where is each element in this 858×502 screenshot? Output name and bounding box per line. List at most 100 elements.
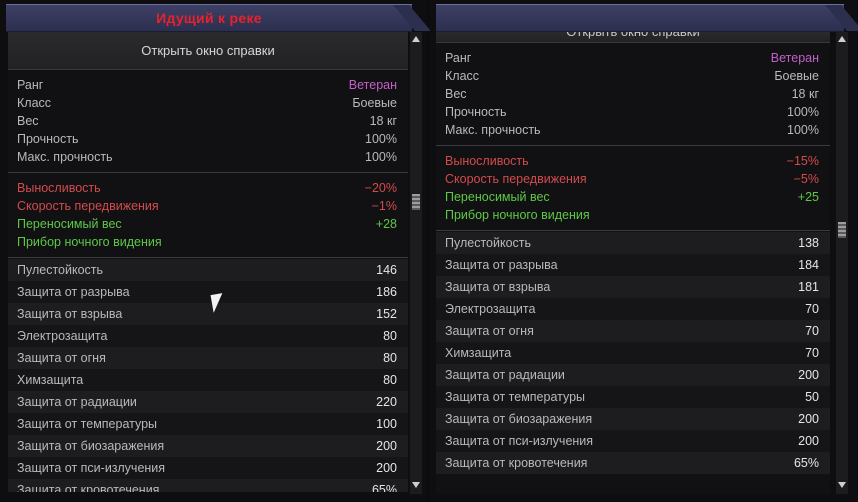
effect-row-speed: Скорость передвижения −5%	[436, 170, 830, 188]
stat-value: 100%	[365, 132, 397, 146]
protection-value: 65%	[371, 483, 397, 492]
protection-value: 70	[805, 346, 819, 360]
scroll-down-icon[interactable]	[412, 482, 420, 488]
scroll-up-icon[interactable]	[412, 36, 420, 42]
protection-list: Пулестойкость 146 Защита от разрыва 186 За…	[8, 258, 408, 492]
protection-label: Защита от биозаражения	[445, 412, 593, 426]
protection-value: 100	[376, 417, 397, 431]
effect-value: −5%	[793, 172, 819, 186]
protection-value: 70	[805, 324, 819, 338]
protection-value: 80	[383, 329, 397, 343]
effect-label: Выносливость	[17, 181, 101, 195]
protection-label: Электрозащита	[445, 302, 536, 316]
protection-row: Защита от биозаражения 200	[8, 435, 408, 457]
protection-value: 186	[376, 285, 397, 299]
open-help-button[interactable]: Открыть окно справки	[8, 32, 408, 70]
protection-row: Защита от пси-излучения 200	[436, 430, 830, 452]
effect-label: Прибор ночного видения	[445, 208, 590, 222]
stat-row-weight: Вес 18 кг	[436, 85, 830, 103]
protection-row: Защита от разрыва 184	[436, 254, 830, 276]
stat-row-durability: Прочность 100%	[436, 103, 830, 121]
stat-label: Ранг	[17, 78, 44, 92]
effect-label: Скорость передвижения	[445, 172, 587, 186]
protection-label: Электрозащита	[17, 329, 108, 343]
stat-row-weight: Вес 18 кг	[8, 112, 408, 130]
scroll-down-icon[interactable]	[838, 482, 846, 488]
effect-row-carry-weight: Переносимый вес +25	[436, 188, 830, 206]
effect-value: −15%	[786, 154, 819, 168]
stat-label: Класс	[445, 69, 480, 83]
protection-row: Защита от радиации 220	[8, 391, 408, 413]
scroll-thumb[interactable]	[838, 222, 846, 238]
protection-row: Химзащита 70	[436, 342, 830, 364]
stat-value: 18 кг	[369, 114, 397, 128]
protection-row: Защита от радиации 200	[436, 364, 830, 386]
protection-value: 200	[376, 461, 397, 475]
protection-value: 152	[376, 307, 397, 321]
protection-value: 146	[376, 263, 397, 277]
protection-label: Химзащита	[445, 346, 512, 360]
protection-row: Пулестойкость 146	[8, 259, 408, 281]
effect-label: Переносимый вес	[445, 190, 550, 204]
stat-label: Вес	[17, 114, 39, 128]
protection-list: Пулестойкость 138 Защита от разрыва 184 За…	[436, 231, 830, 474]
effect-label: Выносливость	[445, 154, 529, 168]
basic-stats: Ранг Ветеран Класс Боевые Вес 18 кг Прочнос…	[436, 43, 830, 146]
protection-value: 65%	[793, 456, 819, 470]
stat-row-class: Класс Боевые	[436, 67, 830, 85]
stat-row-durability: Прочность 100%	[8, 130, 408, 148]
scroll-thumb[interactable]	[412, 194, 420, 210]
stat-value: 18 кг	[791, 87, 819, 101]
protection-row: Защита от разрыва 186	[8, 281, 408, 303]
panel-header: Идущий к реке	[6, 4, 431, 32]
protection-row: Защита от огня 70	[436, 320, 830, 342]
stat-value: Боевые	[774, 69, 819, 83]
protection-label: Защита от пси-излучения	[445, 434, 594, 448]
frame-corner	[436, 488, 442, 494]
frame-corner	[824, 32, 830, 38]
protection-value: 70	[805, 302, 819, 316]
stat-label: Макс. прочность	[17, 150, 113, 164]
basic-stats: Ранг Ветеран Класс Боевые Вес 18 кг Прочнос…	[8, 70, 408, 173]
protection-row: Защита от кровотечения 65%	[8, 479, 408, 492]
item-info-panel-left: Идущий к реке Открыть окно справки Ранг В…	[0, 0, 431, 502]
scrollbar[interactable]	[836, 32, 848, 494]
protection-label: Защита от взрыва	[445, 280, 551, 294]
scroll-up-icon[interactable]	[838, 36, 846, 42]
stat-label: Прочность	[445, 105, 507, 119]
protection-label: Защита от разрыва	[17, 285, 130, 299]
protection-row: Электрозащита 80	[8, 325, 408, 347]
protection-value: 184	[798, 258, 819, 272]
panel-content[interactable]: Открыть окно справки Ранг Ветеран Класс Бо…	[8, 32, 408, 492]
stat-label: Прочность	[17, 132, 79, 146]
protection-label: Защита от радиации	[17, 395, 137, 409]
effect-row-stamina: Выносливость −20%	[8, 179, 408, 197]
effect-label: Скорость передвижения	[17, 199, 159, 213]
effect-label: Прибор ночного видения	[17, 235, 162, 249]
stat-label: Класс	[17, 96, 52, 110]
stat-label: Вес	[445, 87, 467, 101]
frame-corner	[436, 32, 442, 38]
frame-corner	[8, 486, 14, 492]
protection-value: 200	[376, 439, 397, 453]
frame-corner	[402, 32, 408, 38]
protection-row: Пулестойкость 138	[436, 232, 830, 254]
effects: Выносливость −20% Скорость передвижения −1…	[8, 173, 408, 258]
protection-label: Защита от огня	[445, 324, 534, 338]
item-info-panel-right: Открыть окно справки Ранг Ветеран Класс Бо…	[430, 0, 858, 502]
effect-value: −1%	[371, 199, 397, 213]
protection-row: Защита от пси-излучения 200	[8, 457, 408, 479]
header-notch	[825, 5, 858, 31]
panel-header	[436, 4, 858, 32]
stat-row-rank: Ранг Ветеран	[436, 49, 830, 67]
protection-label: Защита от пси-излучения	[17, 461, 166, 475]
protection-label: Защита от температуры	[445, 390, 586, 404]
open-help-button[interactable]: Открыть окно справки	[436, 32, 830, 43]
panel-content[interactable]: Открыть окно справки Ранг Ветеран Класс Бо…	[436, 32, 830, 494]
protection-label: Защита от разрыва	[445, 258, 558, 272]
protection-label: Защита от взрыва	[17, 307, 123, 321]
scrollbar[interactable]	[410, 32, 422, 494]
protection-value: 200	[798, 434, 819, 448]
stat-value: 100%	[787, 123, 819, 137]
effect-value: −20%	[364, 181, 397, 195]
